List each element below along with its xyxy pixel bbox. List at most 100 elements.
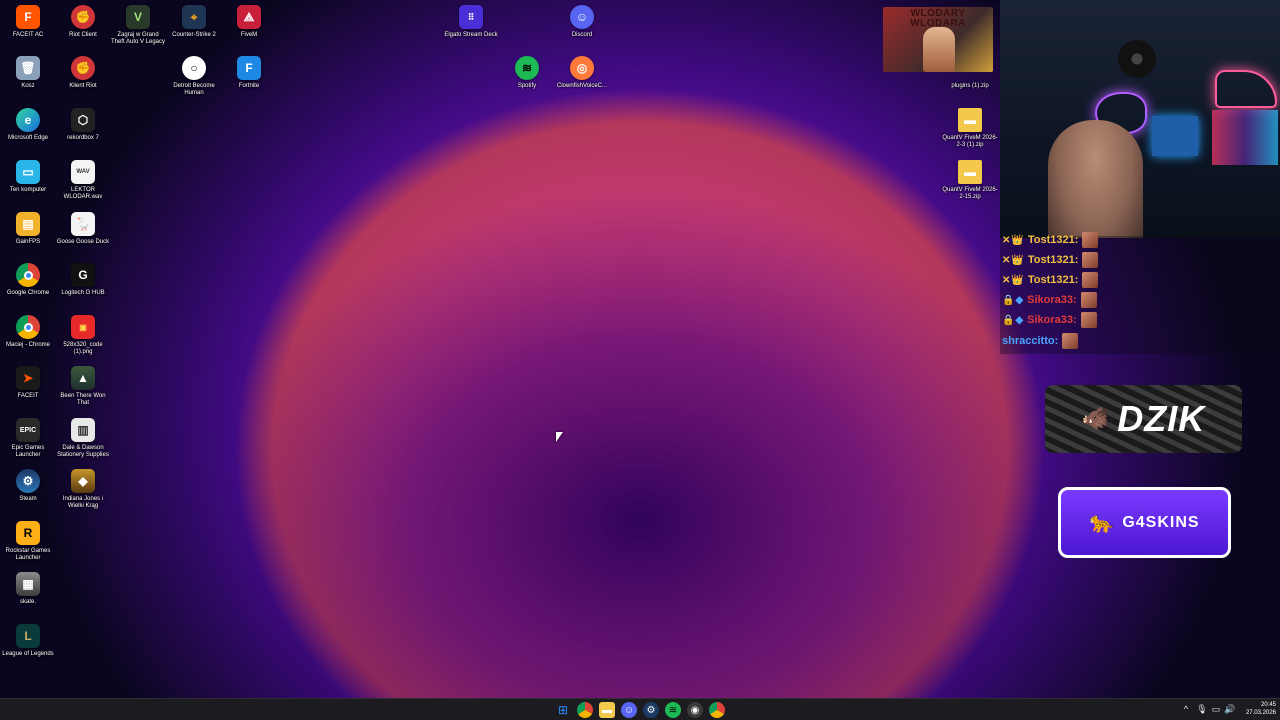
- taskbar-chrome-icon[interactable]: [577, 702, 593, 718]
- desktop-icon-been-there[interactable]: ▲ Been There Won That: [55, 366, 111, 407]
- desktop-icon-label: Zagraj w Grand Theft Auto V Legacy: [110, 32, 166, 45]
- desktop-icon-label: Counter-Strike 2: [172, 32, 216, 38]
- taskbar-clock[interactable]: 20:45 27.03.2026: [1238, 701, 1276, 717]
- tray-microphone-icon[interactable]: 🎙: [1196, 703, 1208, 715]
- desktop-icon-stream-deck[interactable]: ⠿ Elgato Stream Deck: [443, 5, 499, 39]
- tray-network-icon[interactable]: ▭: [1210, 703, 1222, 715]
- desktop-icon-label: Klient Riot: [69, 83, 97, 89]
- zip-folder-icon: ▬: [958, 160, 982, 184]
- logitech-icon: G: [71, 263, 95, 287]
- desktop-icon-rockstar[interactable]: R Rockstar Games Launcher: [0, 521, 56, 562]
- desktop-icon-label: Detroit Become Human: [173, 83, 215, 96]
- desktop-icon-dale[interactable]: ▥ Dale & Dawson Stationery Supplies: [55, 418, 111, 459]
- desktop-icon-faceit-ac[interactable]: F FACEIT AC: [0, 5, 56, 39]
- dzik-logo: 🐗 DZIK: [1045, 385, 1242, 453]
- taskbar-steam-icon[interactable]: ⚙: [643, 702, 659, 718]
- desktop-icon-epic[interactable]: EPIC Epic Games Launcher: [0, 418, 56, 459]
- riot-icon: ✊: [71, 5, 95, 29]
- desktop-icon-label: League of Legends: [2, 651, 54, 657]
- webcam-overlay: [1000, 0, 1280, 238]
- desktop-icon-indiana[interactable]: ◆ Indiana Jones i Wielki Krąg: [55, 469, 111, 510]
- desktop-icon-ten-komputer[interactable]: ▭ Ten komputer: [0, 160, 56, 194]
- desktop-icon-label: Kosz: [21, 83, 35, 89]
- tray-volume-icon[interactable]: 🔊: [1224, 703, 1236, 715]
- neon-shelf: [1212, 110, 1278, 165]
- taskbar-app-icon[interactable]: ◉: [687, 702, 703, 718]
- panther-icon: 🐆: [1089, 512, 1115, 534]
- mouse-cursor-icon: [556, 432, 563, 442]
- taskbar-discord-icon[interactable]: ☺: [621, 702, 637, 718]
- boar-icon: 🐗: [1081, 406, 1110, 431]
- desktop: F FACEIT AC 🗑 Kosz e Microsoft Edge ▭ Te…: [0, 0, 1280, 698]
- desktop-icon-edge[interactable]: e Microsoft Edge: [0, 108, 56, 142]
- taskbar-spotify-icon[interactable]: ≋: [665, 702, 681, 718]
- desktop-icon-discord[interactable]: ☺ Discord: [554, 5, 610, 39]
- desktop-icon-fivem[interactable]: ⟁ FiveM: [221, 5, 277, 39]
- zip-folder-icon: ▬: [958, 108, 982, 132]
- riot-icon: ✊: [71, 56, 95, 80]
- desktop-icon-label: Riot Client: [69, 32, 97, 38]
- stream-deck-icon: ⠿: [459, 5, 483, 29]
- clownfish-icon: ◎: [570, 56, 594, 80]
- tray-chevron-up-icon[interactable]: ^: [1180, 703, 1192, 715]
- indiana-jones-icon: ◆: [71, 469, 95, 493]
- desktop-icon-maciej-chrome[interactable]: Maciej - Chrome: [0, 315, 56, 349]
- desktop-icon-clownfish[interactable]: ◎ ClownfishVoiceC...: [554, 56, 610, 90]
- desktop-icon-quantv1[interactable]: ▬ QuantV FiveM 2026-2-3 (1).zip: [942, 108, 998, 149]
- desktop-icon-fortnite[interactable]: F Fortnite: [221, 56, 277, 90]
- streamer: [1048, 120, 1143, 238]
- desktop-icon-faceit[interactable]: ➤ FACEIT: [0, 366, 56, 400]
- desktop-icon-kosz[interactable]: 🗑 Kosz: [0, 56, 56, 90]
- desktop-icon-logitech[interactable]: G Logitech G HUB: [55, 263, 111, 297]
- recycle-bin-icon: 🗑: [16, 56, 40, 80]
- chat-badges: 🔒◆: [1002, 314, 1025, 326]
- epic-games-icon: EPIC: [16, 418, 40, 442]
- vinyl-record: [1118, 40, 1156, 78]
- rekordbox-icon: ⬡: [71, 108, 95, 132]
- desktop-icon-quantv2[interactable]: ▬ QuantV FiveM 2026-2-15.zip: [942, 160, 998, 201]
- edge-icon: e: [16, 108, 40, 132]
- desktop-icon-cs2[interactable]: ⌖ Counter-Strike 2: [166, 5, 222, 39]
- wlodara-title: WLODARY WLODARA: [910, 8, 966, 29]
- desktop-icon-detroit[interactable]: ○ Detroit Become Human: [166, 56, 222, 97]
- chat-overlay: ✕👑 Tost1321: ✕👑 Tost1321: ✕👑 Tost1321: 🔒…: [1000, 232, 1280, 354]
- desktop-icon-gta[interactable]: V Zagraj w Grand Theft Auto V Legacy: [110, 5, 166, 46]
- chat-message: shraccitto:: [1002, 332, 1079, 350]
- dale-dawson-icon: ▥: [71, 418, 95, 442]
- computer-icon: ▭: [16, 160, 40, 184]
- taskbar-chrome-icon[interactable]: [709, 702, 725, 718]
- clock-time: 20:45: [1260, 702, 1276, 708]
- desktop-icon-label: Steam: [19, 496, 37, 502]
- emote-icon: [1062, 333, 1079, 349]
- desktop-icon-chrome[interactable]: Google Chrome: [0, 263, 56, 297]
- taskbar-file-explorer-icon[interactable]: ▬: [599, 702, 615, 718]
- desktop-icon-label: Epic Games Launcher: [11, 445, 45, 458]
- png-file-icon: ▣: [71, 315, 95, 339]
- goose-icon: 🪿: [71, 212, 95, 236]
- taskbar: ⊞ ▬ ☺ ⚙ ≋ ◉ ^ 🎙 ▭ 🔊 20:45 27.03.2026: [0, 698, 1280, 720]
- desktop-icon-skate[interactable]: ▦ skate.: [0, 572, 56, 606]
- desktop-icon-label: FiveM: [240, 32, 258, 38]
- windows-start-icon[interactable]: ⊞: [555, 702, 571, 718]
- discord-icon: ☺: [570, 5, 594, 29]
- chat-message: ✕👑 Tost1321:: [1002, 271, 1099, 289]
- chat-username: Tost1321:: [1027, 254, 1079, 266]
- desktop-icon-rekordbox[interactable]: ⬡ rekordbox 7: [55, 108, 111, 142]
- desktop-icon-png528[interactable]: ▣ 528x320_code (1).png: [55, 315, 111, 356]
- chat-username: Sikora33:: [1027, 314, 1077, 326]
- desktop-icon-riot-client[interactable]: ✊ Riot Client: [55, 5, 111, 39]
- gainfps-icon: ▤: [16, 212, 40, 236]
- desktop-icon-lektor[interactable]: WAV LEKTOR WLODAR.wav: [55, 160, 111, 201]
- desktop-icon-goose[interactable]: 🪿 Goose Goose Duck: [55, 212, 111, 246]
- emote-icon: [1080, 292, 1097, 308]
- desktop-icon-lol[interactable]: L League of Legends: [0, 624, 56, 658]
- desktop-icon-steam[interactable]: ⚙ Steam: [0, 469, 56, 503]
- desktop-icon-label: Goose Goose Duck: [56, 239, 110, 245]
- desktop-icon-label: 528x320_code (1).png: [63, 342, 103, 355]
- desktop-icon-label: GainFPS: [15, 239, 41, 245]
- desktop-icon-gainfps[interactable]: ▤ GainFPS: [0, 212, 56, 246]
- chat-username: Sikora33:: [1027, 294, 1077, 306]
- desktop-icon-label: Microsoft Edge: [7, 135, 49, 141]
- desktop-icon-klient-riot[interactable]: ✊ Klient Riot: [55, 56, 111, 90]
- desktop-icon-spotify[interactable]: ≋ Spotify: [499, 56, 555, 90]
